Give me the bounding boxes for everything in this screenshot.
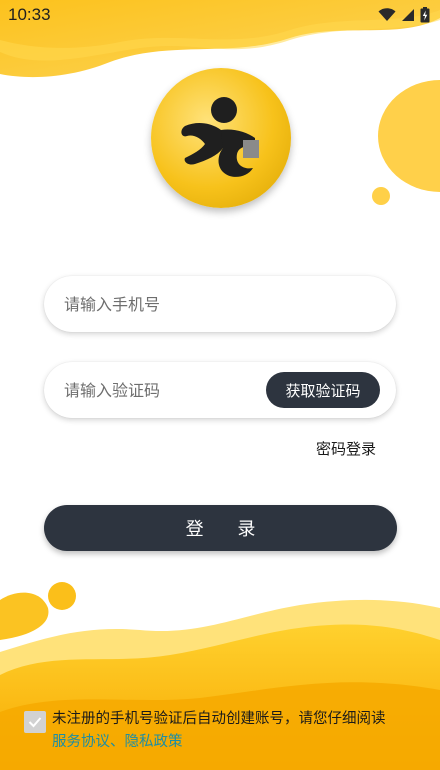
- verification-code-input[interactable]: [62, 379, 266, 401]
- status-bar: 10:33: [0, 0, 440, 30]
- cellular-signal-icon: [402, 9, 414, 21]
- get-code-button[interactable]: 获取验证码: [266, 372, 380, 408]
- agreement-text: 未注册的手机号验证后自动创建账号，请您仔细阅读: [52, 711, 386, 727]
- login-button[interactable]: 登 录: [44, 505, 397, 551]
- phone-field: [44, 276, 396, 332]
- app-logo: [151, 68, 291, 208]
- status-time: 10:33: [8, 5, 51, 24]
- checkmark-icon: [28, 717, 42, 728]
- wifi-icon: [378, 8, 396, 21]
- app-logo-icon: [181, 97, 259, 177]
- status-icons: [378, 7, 430, 23]
- agreement-text-block: 未注册的手机号验证后自动创建账号，请您仔细阅读 服务协议、隐私政策: [52, 708, 437, 754]
- agreement-checkbox[interactable]: [24, 711, 46, 733]
- verification-code-field: 获取验证码: [44, 362, 396, 418]
- agreement-links[interactable]: 服务协议、隐私政策: [52, 731, 437, 754]
- battery-charging-icon: [420, 7, 430, 23]
- phone-input[interactable]: [62, 293, 266, 315]
- password-login-link[interactable]: 密码登录: [316, 438, 376, 459]
